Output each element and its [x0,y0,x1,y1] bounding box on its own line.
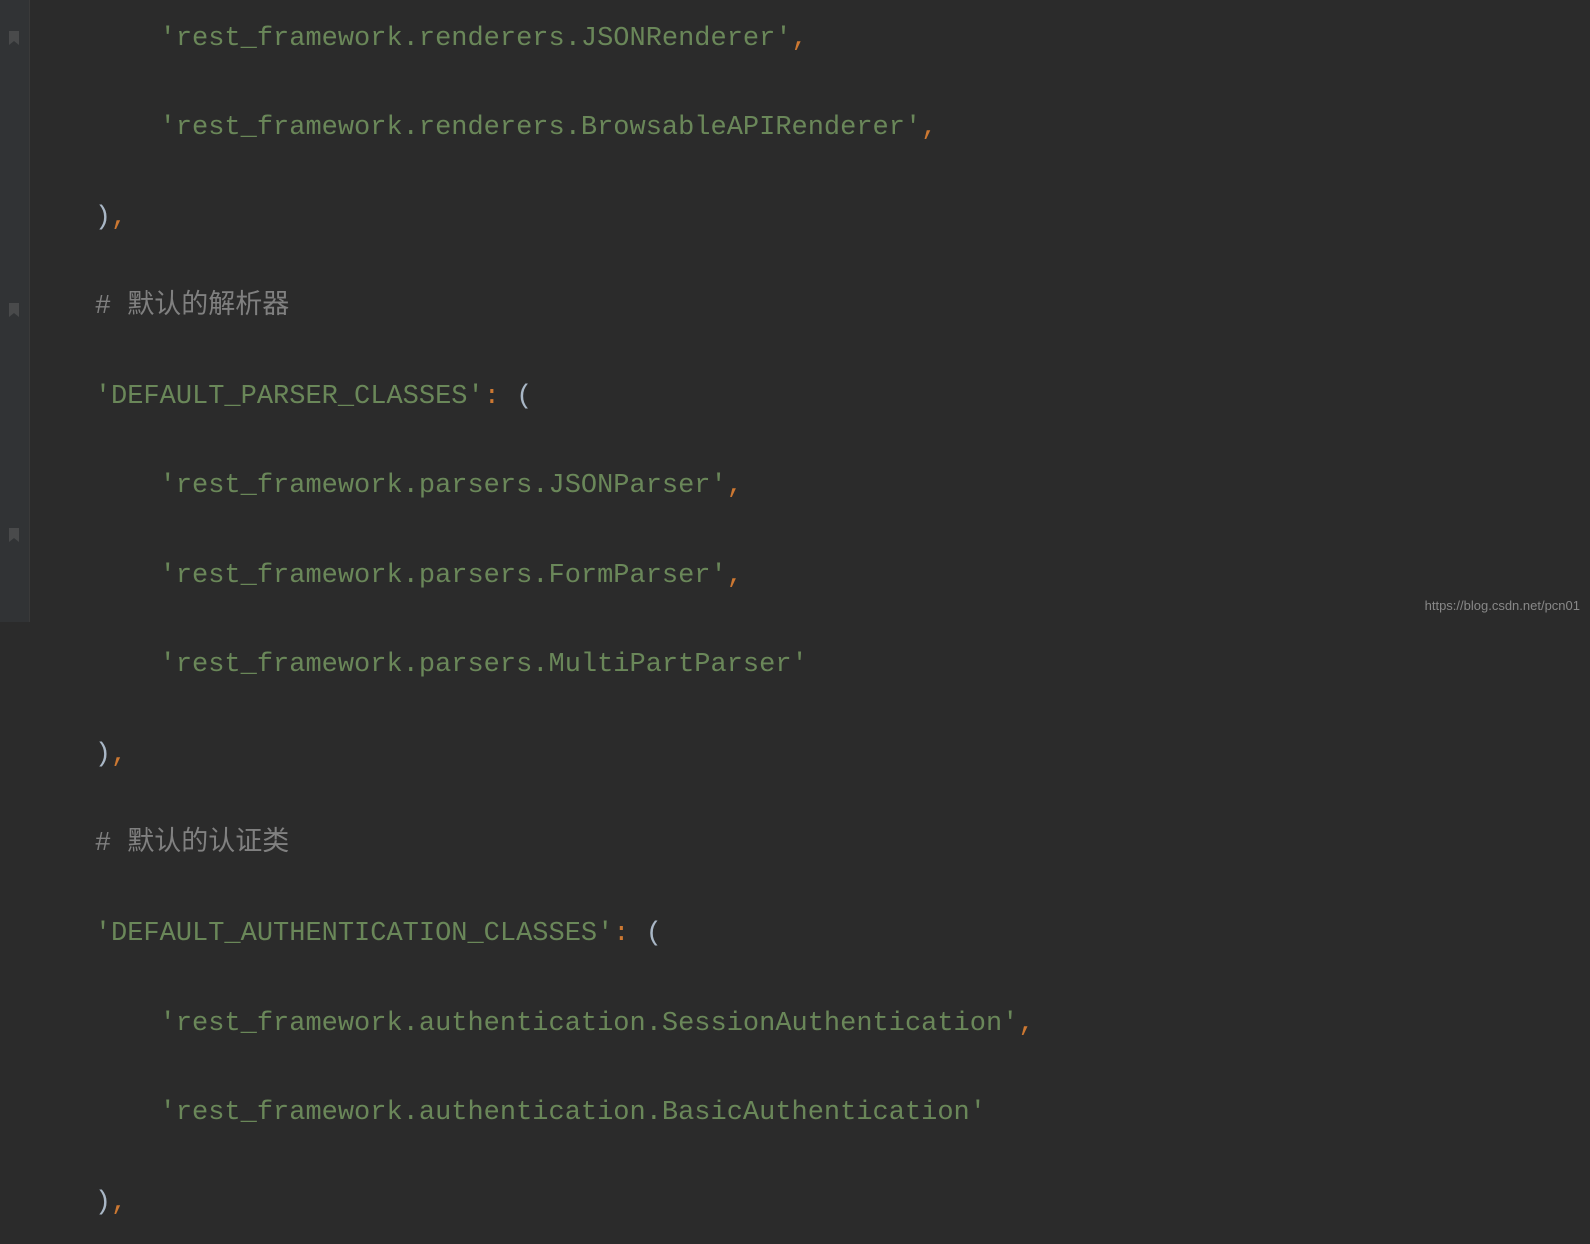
bookmark-icon [6,515,22,531]
open-paren: ( [516,382,532,412]
indent [30,829,95,859]
indent [30,1188,95,1218]
comment: # 默认的解析器 [95,292,289,322]
string-literal: 'rest_framework.parsers.MultiPartParser' [160,650,808,680]
comment: # 默认的认证类 [95,829,289,859]
comma: , [1018,1009,1034,1039]
indent [30,1098,160,1128]
code-line: 'rest_framework.parsers.MultiPartParser' [30,643,1035,688]
indent [30,471,160,501]
comma: , [111,740,127,770]
code-editor-content[interactable]: 'rest_framework.renderers.JSONRenderer',… [30,0,1035,1244]
string-literal: 'rest_framework.parsers.JSONParser' [160,471,727,501]
watermark-text: https://blog.csdn.net/pcn01 [1425,595,1580,616]
code-line: 'rest_framework.renderers.BrowsableAPIRe… [30,106,1035,151]
code-line: 'rest_framework.parsers.FormParser', [30,554,1035,599]
comma: , [727,471,743,501]
indent [30,382,95,412]
code-line: # 默认的解析器 [30,285,1035,330]
close-paren: ) [95,740,111,770]
code-line: 'rest_framework.authentication.BasicAuth… [30,1091,1035,1136]
code-line: 'rest_framework.renderers.JSONRenderer', [30,17,1035,62]
close-paren: ) [95,1188,111,1218]
comma: , [727,561,743,591]
string-literal: 'rest_framework.authentication.BasicAuth… [160,1098,986,1128]
string-literal: 'rest_framework.renderers.JSONRenderer' [160,24,792,54]
close-paren: ) [95,203,111,233]
indent [30,650,160,680]
code-line: ), [30,196,1035,241]
dict-key: 'DEFAULT_PARSER_CLASSES' [95,382,484,412]
comma: , [792,24,808,54]
code-line: ), [30,1181,1035,1226]
dict-key: 'DEFAULT_AUTHENTICATION_CLASSES' [95,919,613,949]
indent [30,292,95,322]
editor-gutter [0,0,30,622]
code-line: 'DEFAULT_AUTHENTICATION_CLASSES': ( [30,912,1035,957]
comma: , [921,113,937,143]
string-literal: 'rest_framework.parsers.FormParser' [160,561,727,591]
string-literal: 'rest_framework.authentication.SessionAu… [160,1009,1019,1039]
indent [30,203,95,233]
indent [30,1009,160,1039]
indent [30,113,160,143]
code-line: 'rest_framework.parsers.JSONParser', [30,464,1035,509]
open-paren: ( [646,919,662,949]
comma: , [111,203,127,233]
indent [30,919,95,949]
indent [30,24,160,54]
code-line: 'DEFAULT_PARSER_CLASSES': ( [30,375,1035,420]
string-literal: 'rest_framework.renderers.BrowsableAPIRe… [160,113,922,143]
indent [30,561,160,591]
bookmark-icon [6,18,22,34]
colon: : [613,919,629,949]
code-line: ), [30,733,1035,778]
code-line: 'rest_framework.authentication.SessionAu… [30,1002,1035,1047]
bookmark-icon [6,290,22,306]
code-line: # 默认的认证类 [30,822,1035,867]
comma: , [111,1188,127,1218]
colon: : [484,382,500,412]
indent [30,740,95,770]
